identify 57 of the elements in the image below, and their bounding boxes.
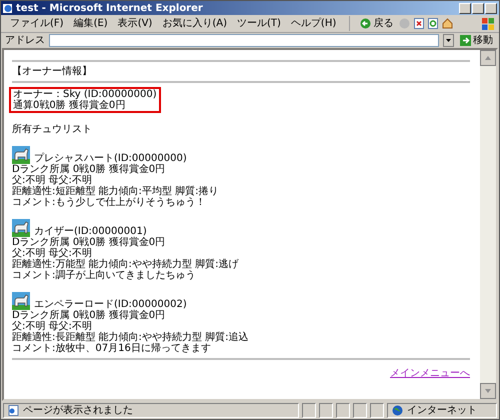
horse-info-text: 父:不明 母父:不明 [12,175,92,186]
minimize-button[interactable] [459,2,471,14]
menu-item[interactable]: 表示(V) [112,16,158,31]
zone-text: インターネット [407,404,477,418]
scrollbar[interactable] [480,50,496,399]
horse-info-text: Dランク所属 0戦0勝 獲得賞金0円 [12,164,166,175]
horse-info-text: Dランク所属 0戦0勝 獲得賞金0円 [12,237,166,248]
windows-logo-icon [481,16,495,30]
address-field[interactable] [49,34,439,47]
go-arrow-icon [460,35,471,46]
stop-icon[interactable] [414,18,424,29]
horse-name: エンペラーロード(ID:00000002) [34,299,187,310]
back-button[interactable]: 戻る [358,16,396,31]
status-panel [353,402,367,418]
menu-item[interactable]: ツール(T) [232,16,286,31]
menu-item[interactable]: ファイル(F) [5,16,69,31]
horse-info-text: コメント:調子が上向いてきましたちゅう [12,270,196,281]
horse-info-text: 父:不明 母父:不明 [12,321,92,332]
home-icon[interactable] [442,18,454,29]
scroll-up-icon[interactable] [480,50,496,66]
horse-info-text: 距離適性:万能型 能力傾向:やや持続力型 脚質:逃げ [12,259,240,270]
address-label: アドレス [5,34,45,48]
horse-icon [12,292,30,310]
status-text: ページが表示されました [23,404,133,418]
status-panel [370,402,384,418]
section-heading: 【オーナー情報】 [12,66,93,77]
status-panel [336,402,350,418]
go-button[interactable]: 移動 [458,33,495,48]
menu-item[interactable]: ヘルプ(H) [286,16,342,31]
dropdown-icon[interactable] [443,34,454,47]
refresh-icon[interactable] [428,18,438,29]
close-button[interactable] [485,2,497,14]
owner-info-text: オーナー：Sky (ID:00000000) [13,89,157,100]
horse-info-text: Dランク所属 0戦0勝 獲得賞金0円 [12,310,166,321]
menu-item[interactable]: 編集(E) [68,16,113,31]
status-panel [302,402,316,418]
status-panel [319,402,333,418]
window-title: test - Microsoft Internet Explorer [16,2,203,16]
horse-info-text: 距離適性:長距離型 能力傾向:やや持続力型 脚質:追込 [12,332,250,343]
horse-name: カイザー(ID:00000001) [34,226,147,237]
menu-item[interactable]: お気に入り(A) [157,16,232,31]
page-icon [8,404,19,416]
back-arrow-icon [360,18,372,29]
list-title: 所有チュウリスト [12,124,93,135]
maximize-button[interactable] [472,2,484,14]
horse-info-text: 父:不明 母父:不明 [12,248,92,259]
horse-icon [12,146,30,164]
owner-info-text: 通算0戦0勝 獲得賞金0円 [13,100,126,111]
horse-icon [12,219,30,237]
main-menu-link[interactable]: メインメニューへ [390,368,470,379]
browser-icon [3,3,13,13]
globe-icon [392,404,403,416]
horse-info-text: コメント:もう少しで仕上がりそうちゅう！ [12,197,206,208]
scroll-down-icon[interactable] [480,383,496,399]
horse-info-text: コメント:放牧中、07月16日に帰ってきます [12,343,212,354]
horse-name: プレシャスハート(ID:00000000) [34,153,187,164]
horse-info-text: 距離適性:短距離型 能力傾向:平均型 脚質:捲り [12,186,220,197]
